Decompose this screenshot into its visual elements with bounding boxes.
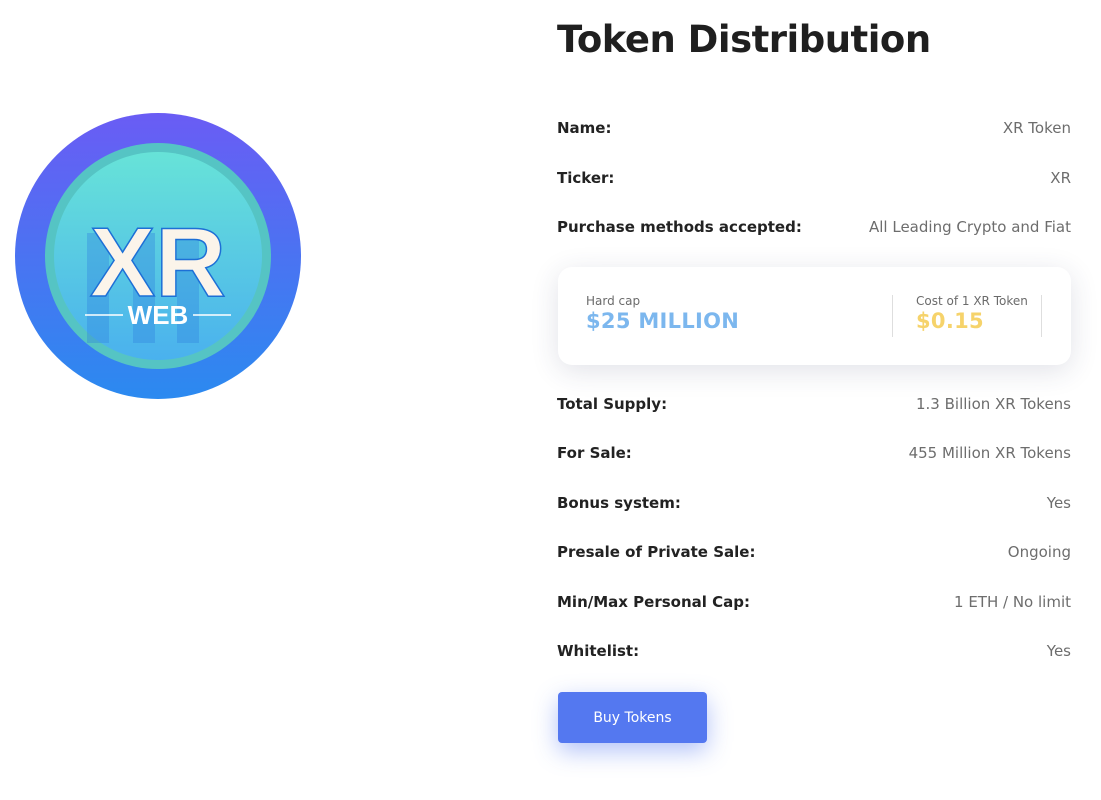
token-cost-label: Cost of 1 XR Token	[916, 294, 1028, 308]
detail-value: Ongoing	[1007, 543, 1071, 561]
detail-row-name: Name: XR Token	[557, 116, 1071, 140]
detail-label: Presale of Private Sale:	[557, 543, 756, 561]
detail-label: Ticker:	[557, 169, 615, 187]
detail-row-for-sale: For Sale: 455 Million XR Tokens	[557, 441, 1071, 465]
token-cost-stat: Cost of 1 XR Token $0.15	[916, 294, 1028, 333]
card-divider	[1041, 295, 1042, 337]
detail-row-presale: Presale of Private Sale: Ongoing	[557, 540, 1071, 564]
detail-row-whitelist: Whitelist: Yes	[557, 639, 1071, 663]
buy-tokens-button[interactable]: Buy Tokens	[558, 692, 707, 743]
xr-web-logo: XR WEB	[15, 113, 301, 399]
detail-row-personal-cap: Min/Max Personal Cap: 1 ETH / No limit	[557, 590, 1071, 614]
detail-row-purchase-methods: Purchase methods accepted: All Leading C…	[557, 215, 1071, 239]
detail-value: 1.3 Billion XR Tokens	[916, 395, 1071, 413]
token-cost-value: $0.15	[916, 309, 984, 333]
hard-cap-stat: Hard cap $25 MILLION	[586, 294, 739, 333]
detail-label: For Sale:	[557, 444, 632, 462]
detail-value: 455 Million XR Tokens	[908, 444, 1071, 462]
detail-value: Yes	[1046, 494, 1071, 512]
detail-label: Name:	[557, 119, 612, 137]
detail-value: XR	[1050, 169, 1071, 187]
hard-cap-label: Hard cap	[586, 294, 641, 308]
detail-label: Purchase methods accepted:	[557, 218, 802, 236]
detail-row-total-supply: Total Supply: 1.3 Billion XR Tokens	[557, 392, 1071, 416]
section-title: Token Distribution	[557, 18, 931, 61]
token-stats-card: Hard cap $25 MILLION Cost of 1 XR Token …	[558, 267, 1071, 365]
detail-value: Yes	[1046, 642, 1071, 660]
hard-cap-value: $25 MILLION	[586, 309, 740, 333]
detail-value: All Leading Crypto and Fiat	[869, 218, 1071, 236]
detail-label: Bonus system:	[557, 494, 681, 512]
detail-row-ticker: Ticker: XR	[557, 166, 1071, 190]
detail-value: 1 ETH / No limit	[954, 593, 1071, 611]
logo-web-text: WEB	[128, 300, 189, 330]
card-divider	[892, 295, 893, 337]
detail-label: Whitelist:	[557, 642, 640, 660]
detail-value: XR Token	[1002, 119, 1071, 137]
detail-label: Total Supply:	[557, 395, 668, 413]
detail-label: Min/Max Personal Cap:	[557, 593, 751, 611]
detail-row-bonus-system: Bonus system: Yes	[557, 491, 1071, 515]
